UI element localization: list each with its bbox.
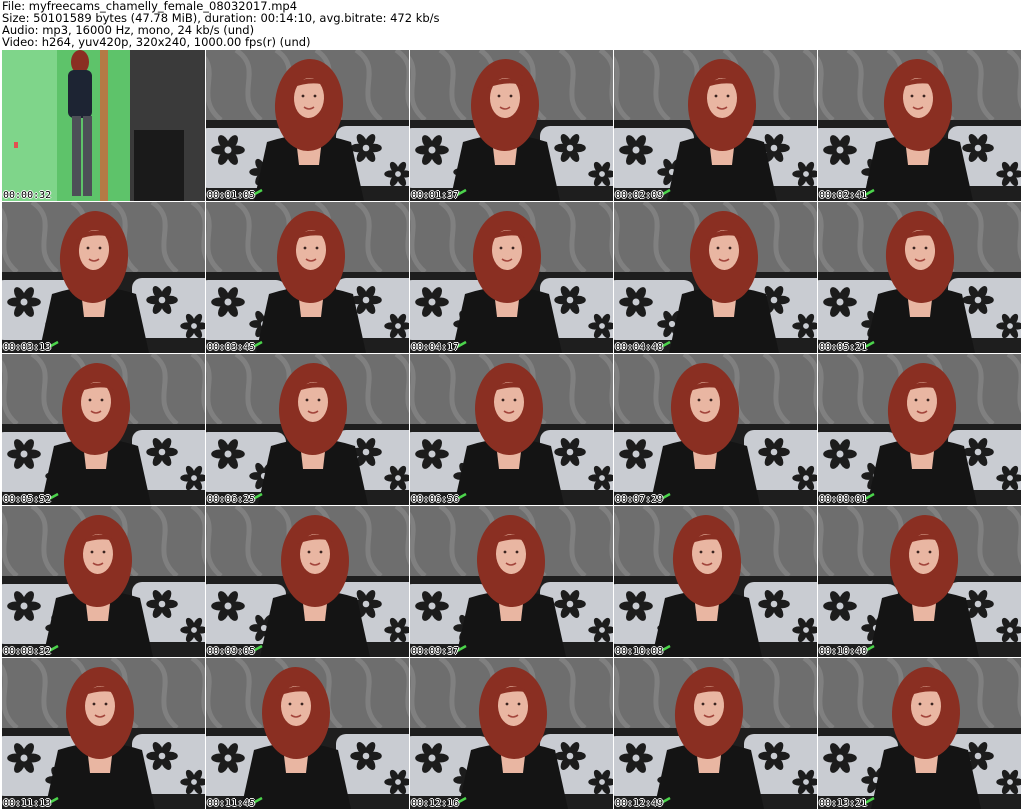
video-frame-thumbnail: 00:07:29 [614,354,817,505]
thumbnail-grid: 00:00:32 00:01:05 00:01:37 00:02:09 00:02:41… [2,50,1022,810]
frame-image [410,658,613,809]
frame-image [818,658,1021,809]
video-frame-thumbnail: 00:04:17 [410,202,613,353]
video-frame-thumbnail: 00:12:49 [614,658,817,809]
frame-image [2,658,205,809]
video-frame-thumbnail: 00:03:45 [206,202,409,353]
video-info-line: Video: h264, yuv420p, 320x240, 1000.00 f… [2,35,311,49]
frame-timestamp: 00:08:32 [3,646,52,657]
video-frame-thumbnail: 00:01:37 [410,50,613,201]
frame-timestamp: 00:12:49 [615,798,664,809]
frame-timestamp: 00:13:21 [819,798,868,809]
video-frame-thumbnail: 00:10:40 [818,506,1021,657]
frame-image [206,354,409,505]
frame-image [614,658,817,809]
video-frame-thumbnail: 00:09:05 [206,506,409,657]
frame-image [410,506,613,657]
frame-image [2,50,205,201]
frame-timestamp: 00:07:29 [615,494,664,505]
frame-timestamp: 00:03:13 [3,342,52,353]
video-frame-thumbnail: 00:00:32 [2,50,205,201]
frame-timestamp: 00:10:40 [819,646,868,657]
frame-timestamp: 00:10:08 [615,646,664,657]
frame-image [818,202,1021,353]
frame-image [818,354,1021,505]
video-frame-thumbnail: 00:03:13 [2,202,205,353]
frame-timestamp: 00:06:25 [207,494,256,505]
frame-timestamp: 00:05:21 [819,342,868,353]
video-frame-thumbnail: 00:13:21 [818,658,1021,809]
frame-timestamp: 00:06:56 [411,494,460,505]
frame-timestamp: 00:02:09 [615,190,664,201]
frame-timestamp: 00:04:48 [615,342,664,353]
frame-image [206,202,409,353]
frame-timestamp: 00:11:45 [207,798,256,809]
video-frame-thumbnail: 00:08:32 [2,506,205,657]
frame-timestamp: 00:01:37 [411,190,460,201]
frame-image [2,202,205,353]
frame-timestamp: 00:01:05 [207,190,256,201]
frame-image [2,506,205,657]
frame-timestamp: 00:08:01 [819,494,868,505]
frame-image [206,658,409,809]
frame-image [410,354,613,505]
frame-image [614,354,817,505]
frame-timestamp: 00:00:32 [3,190,52,201]
video-frame-thumbnail: 00:12:16 [410,658,613,809]
frame-timestamp: 00:12:16 [411,798,460,809]
video-frame-thumbnail: 00:02:09 [614,50,817,201]
video-frame-thumbnail: 00:04:48 [614,202,817,353]
video-frame-thumbnail: 00:02:41 [818,50,1021,201]
frame-image [2,354,205,505]
frame-timestamp: 00:11:13 [3,798,52,809]
frame-image [818,50,1021,201]
frame-timestamp: 00:02:41 [819,190,868,201]
frame-image [206,50,409,201]
frame-image [614,506,817,657]
video-frame-thumbnail: 00:11:45 [206,658,409,809]
video-frame-thumbnail: 00:10:08 [614,506,817,657]
video-frame-thumbnail: 00:06:56 [410,354,613,505]
frame-timestamp: 00:03:45 [207,342,256,353]
frame-timestamp: 00:09:37 [411,646,460,657]
frame-timestamp: 00:04:17 [411,342,460,353]
frame-image [410,50,613,201]
frame-image [614,202,817,353]
frame-timestamp: 00:09:05 [207,646,256,657]
video-frame-thumbnail: 00:08:01 [818,354,1021,505]
frame-timestamp: 00:05:52 [3,494,52,505]
file-info-header: File: myfreecams_chamelly_female_0803201… [2,0,1022,50]
frame-image [818,506,1021,657]
video-frame-thumbnail: 00:06:25 [206,354,409,505]
video-frame-thumbnail: 00:01:05 [206,50,409,201]
frame-image [206,506,409,657]
video-frame-thumbnail: 00:05:21 [818,202,1021,353]
video-frame-thumbnail: 00:11:13 [2,658,205,809]
frame-image [410,202,613,353]
frame-image [614,50,817,201]
video-frame-thumbnail: 00:05:52 [2,354,205,505]
video-frame-thumbnail: 00:09:37 [410,506,613,657]
